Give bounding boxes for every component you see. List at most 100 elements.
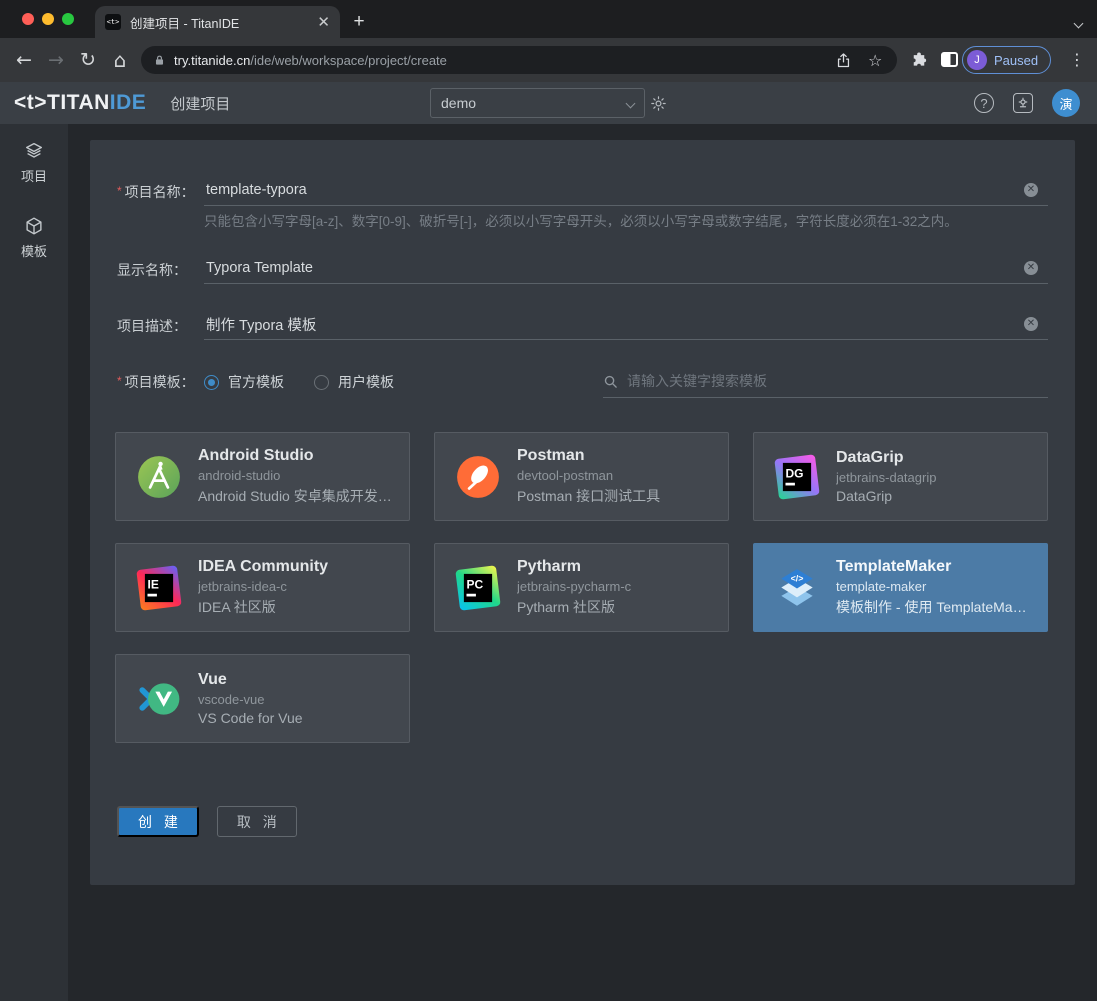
template-card-id: devtool-postman [517, 468, 714, 483]
new-tab-button[interactable]: + [346, 10, 372, 36]
browser-tab-strip: <t> 创建项目 - TitanIDE ✕ + [0, 0, 1097, 38]
template-card-description: Pytharm 社区版 [517, 597, 714, 617]
template-card-id: vscode-vue [198, 692, 395, 707]
template-card-title: Android Studio [198, 447, 395, 465]
sidebar-item-projects[interactable]: 项目 [0, 140, 68, 185]
cube-icon [23, 215, 45, 237]
template-card-description: 模板制作 - 使用 TemplateMaker ... [836, 597, 1033, 617]
template-card-title: IDEA Community [198, 558, 395, 576]
url-host: try.titanide.cn [174, 53, 250, 68]
side-panel-icon[interactable] [941, 52, 958, 67]
display-name-input[interactable] [204, 253, 1048, 283]
template-card[interactable]: PC Pytharm jetbrains-pycharm-c Pytharm 社… [434, 543, 729, 632]
profile-chip[interactable]: J Paused [962, 46, 1051, 74]
browser-tab[interactable]: <t> 创建项目 - TitanIDE ✕ [95, 6, 340, 38]
template-card[interactable]: Postman devtool-postman Postman 接口测试工具 [434, 432, 729, 521]
sidebar-item-templates[interactable]: 模板 [0, 215, 68, 260]
create-project-panel: 项目名称： ✕ 只能包含小写字母[a-z]、数字[0-9]、破折号[-]，必须以… [90, 140, 1075, 885]
template-card-title: Postman [517, 447, 714, 465]
vue-icon [136, 676, 182, 722]
templatemaker-icon: </> [774, 565, 820, 611]
tab-search-chevron-icon[interactable] [1075, 14, 1085, 24]
template-card-title: TemplateMaker [836, 558, 1033, 576]
forward-button[interactable]: → [44, 48, 68, 72]
svg-text:PC: PC [467, 577, 484, 591]
clear-icon[interactable]: ✕ [1024, 183, 1038, 197]
window-zoom-button[interactable] [62, 13, 74, 25]
display-name-label: 显示名称： [117, 253, 204, 280]
radio-dot-icon [204, 375, 219, 390]
extensions-puzzle-icon[interactable] [910, 51, 928, 69]
console-settings-icon[interactable] [1013, 93, 1033, 113]
user-avatar[interactable]: 演 [1052, 89, 1080, 117]
template-card[interactable]: IE IDEA Community jetbrains-idea-c IDEA … [115, 543, 410, 632]
pycharm-icon: PC [455, 565, 501, 611]
app-header: <t>TITANIDE 创建项目 demo ? 演 [0, 82, 1097, 124]
template-card[interactable]: DG DataGrip jetbrains-datagrip DataGrip [753, 432, 1048, 521]
android-studio-icon [136, 454, 182, 500]
lock-icon[interactable] [153, 54, 166, 67]
clear-icon[interactable]: ✕ [1024, 317, 1038, 331]
radio-dot-icon [314, 375, 329, 390]
radio-user-templates[interactable]: 用户模板 [314, 372, 394, 392]
sidebar: 项目 模板 [0, 124, 68, 1001]
svg-text:DG: DG [786, 466, 804, 480]
sidebar-item-label: 项目 [21, 166, 47, 185]
profile-status: Paused [994, 53, 1038, 68]
datagrip-icon: DG [774, 454, 820, 500]
project-name-label: 项目名称： [117, 175, 204, 202]
clear-icon[interactable]: ✕ [1024, 261, 1038, 275]
tab-title: 创建项目 - TitanIDE [130, 13, 309, 32]
template-card-description: Postman 接口测试工具 [517, 486, 714, 506]
address-bar[interactable]: try.titanide.cn/ide/web/workspace/projec… [141, 46, 897, 74]
share-icon[interactable] [835, 52, 852, 69]
titanide-logo[interactable]: <t>TITANIDE [14, 91, 146, 115]
bookmark-star-icon[interactable]: ☆ [868, 52, 885, 69]
reload-button[interactable]: ↻ [76, 48, 100, 72]
project-name-input[interactable] [204, 175, 1048, 205]
template-card-description: Android Studio 安卓集成开发环... [198, 486, 395, 506]
template-card-id: jetbrains-datagrip [836, 470, 1033, 485]
template-card-title: Vue [198, 671, 395, 689]
display-name-row: 显示名称： ✕ [117, 253, 1048, 284]
browser-menu-icon[interactable]: ⋮ [1069, 48, 1085, 72]
template-card-title: Pytharm [517, 558, 714, 576]
create-button[interactable]: 创 建 [117, 806, 199, 837]
cancel-button[interactable]: 取 消 [217, 806, 297, 837]
search-icon [603, 374, 618, 389]
template-search-input[interactable] [627, 373, 1048, 389]
help-icon[interactable]: ? [974, 93, 994, 113]
workspace-settings-gear-icon[interactable] [650, 95, 667, 112]
radio-official-templates[interactable]: 官方模板 [204, 372, 284, 392]
template-card-id: jetbrains-pycharm-c [517, 579, 714, 594]
workspace-select[interactable]: demo [430, 88, 645, 118]
postman-icon [455, 454, 501, 500]
project-template-label: 项目模板： [117, 365, 204, 392]
template-card[interactable]: Android Studio android-studio Android St… [115, 432, 410, 521]
template-search [603, 365, 1048, 398]
window-minimize-button[interactable] [42, 13, 54, 25]
template-card-description: VS Code for Vue [198, 710, 395, 726]
project-template-row: 项目模板： 官方模板 用户模板 [117, 365, 497, 392]
template-card-description: IDEA 社区版 [198, 597, 395, 617]
layers-icon [23, 140, 45, 162]
workspace-select-value: demo [441, 95, 627, 111]
project-desc-input[interactable] [204, 309, 1048, 339]
project-name-row: 项目名称： ✕ [117, 175, 1048, 206]
template-card-title: DataGrip [836, 449, 1033, 467]
template-card[interactable]: </> TemplateMaker template-maker 模板制作 - … [753, 543, 1048, 632]
svg-text:IE: IE [148, 577, 159, 591]
template-card-id: android-studio [198, 468, 395, 483]
home-button[interactable]: ⌂ [108, 48, 132, 72]
form-actions: 创 建 取 消 [117, 806, 297, 837]
project-desc-label: 项目描述： [117, 309, 204, 336]
project-desc-row: 项目描述： ✕ [117, 309, 1048, 340]
template-grid: Android Studio android-studio Android St… [115, 432, 1050, 765]
tab-close-icon[interactable]: ✕ [317, 13, 330, 31]
template-card[interactable]: Vue vscode-vue VS Code for Vue [115, 654, 410, 743]
back-button[interactable]: ← [12, 48, 36, 72]
window-close-button[interactable] [22, 13, 34, 25]
url-text: try.titanide.cn/ide/web/workspace/projec… [174, 53, 835, 68]
titanide-favicon-icon: <t> [105, 14, 121, 30]
project-name-hint: 只能包含小写字母[a-z]、数字[0-9]、破折号[-]，必须以小写字母开头，必… [204, 210, 1015, 230]
